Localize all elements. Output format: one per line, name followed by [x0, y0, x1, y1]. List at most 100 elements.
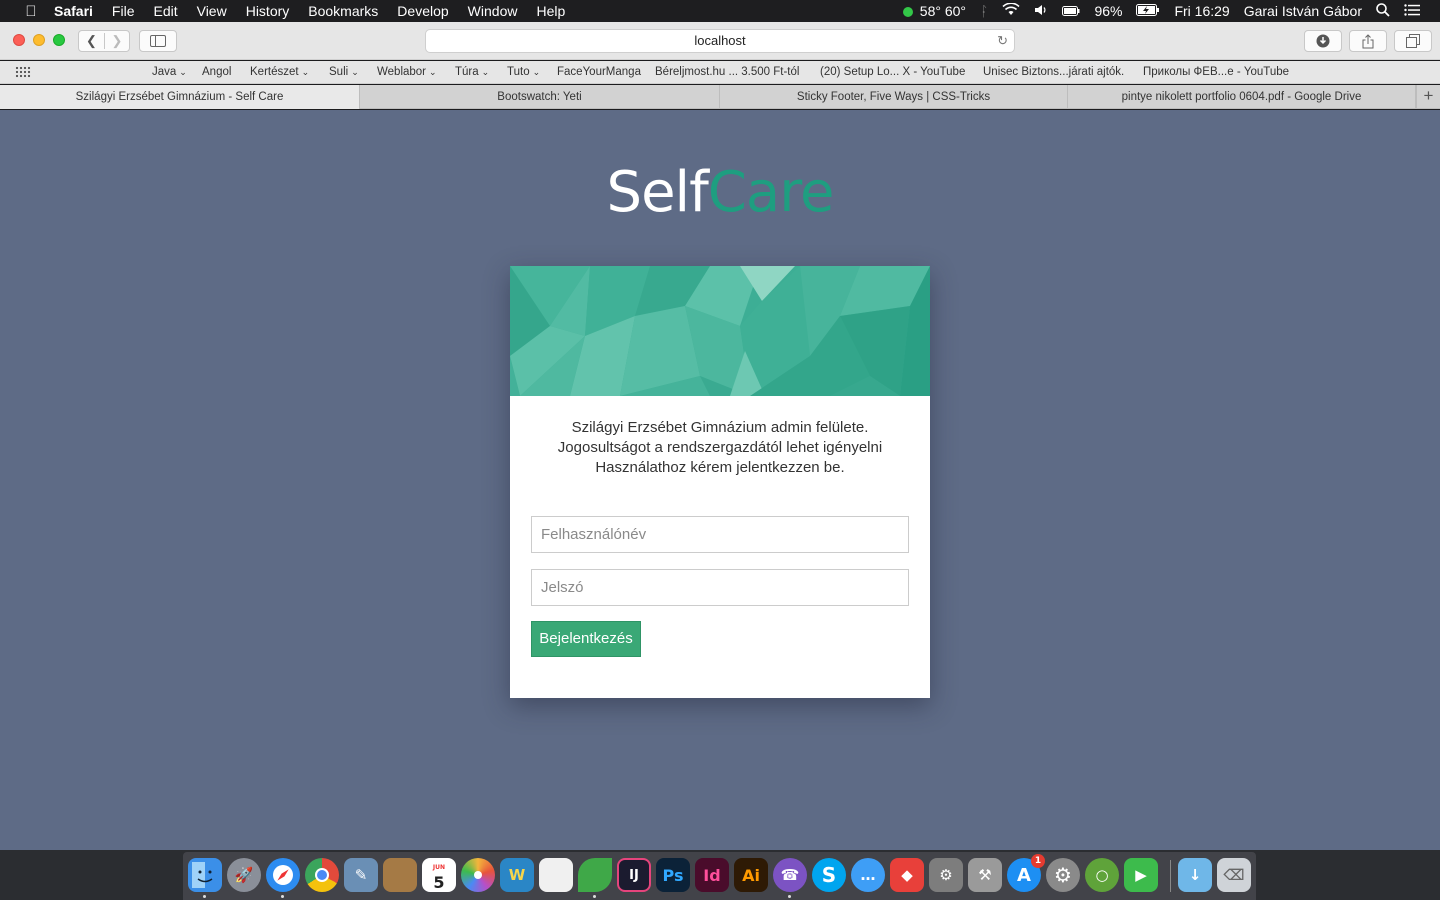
battery-level-icon[interactable]: [1062, 3, 1080, 19]
bookmark-kerteszet[interactable]: Kertészet ⌄: [250, 66, 309, 78]
calendar-day: 5: [433, 873, 445, 892]
chevron-down-icon: ⌄: [351, 67, 359, 77]
battery-charging-icon[interactable]: [1136, 3, 1160, 19]
viber-icon[interactable]: ☎: [773, 858, 807, 892]
chevron-down-icon: ⌄: [532, 67, 541, 77]
wifi-icon[interactable]: [1002, 2, 1020, 19]
bookmark-label: Túra: [455, 66, 479, 78]
intro-line: Jogosultságot a rendszergazdától lehet i…: [557, 439, 883, 456]
bookmark-angol[interactable]: Angol: [202, 66, 231, 78]
bookmark-unisec[interactable]: Unisec Biztons...járati ajtók.: [983, 66, 1124, 78]
skype-icon[interactable]: S: [812, 858, 846, 892]
bookmarks-bar: Java ⌄ Angol Kertészet ⌄ Suli ⌄ Weblabor ⌄ T…: [0, 61, 1440, 84]
document-icon[interactable]: [539, 858, 573, 892]
bookmark-faceyourmanga[interactable]: FaceYourManga: [557, 66, 641, 78]
finder-icon[interactable]: [188, 858, 222, 892]
illustrator-icon[interactable]: Ai: [734, 858, 768, 892]
tab-bootswatch-yeti[interactable]: Bootswatch: Yeti: [360, 85, 720, 109]
user-name[interactable]: Garai István Gábor: [1244, 3, 1362, 19]
close-window-button[interactable]: [13, 34, 25, 46]
menu-bookmarks[interactable]: Bookmarks: [308, 3, 378, 19]
back-button[interactable]: ❮: [79, 33, 104, 49]
weather-text: 58° 60°: [919, 3, 967, 19]
chevron-down-icon: ⌄: [301, 67, 310, 77]
zoom-window-button[interactable]: [53, 34, 65, 46]
battery-percent[interactable]: 96%: [1094, 3, 1122, 19]
bookmark-tura[interactable]: Túra ⌄: [455, 66, 489, 78]
reload-icon[interactable]: ↻: [997, 30, 1008, 52]
facetime-icon[interactable]: ▶: [1124, 858, 1158, 892]
chameleon-icon[interactable]: ○: [1085, 858, 1119, 892]
notification-center-icon[interactable]: [1404, 3, 1420, 19]
utility-icon[interactable]: ⚙: [929, 858, 963, 892]
login-card: Szilágyi Erzsébet Gimnázium admin felüle…: [510, 266, 930, 698]
bookmark-weblabor[interactable]: Weblabor ⌄: [377, 66, 437, 78]
top-sites-grid-icon[interactable]: [15, 66, 31, 78]
safari-icon[interactable]: [266, 858, 300, 892]
downloads-button[interactable]: [1304, 30, 1342, 52]
tool-icon[interactable]: ⚒: [968, 858, 1002, 892]
tabs-overview-icon: [1406, 34, 1420, 48]
notes-book-icon[interactable]: [383, 858, 417, 892]
weather-status[interactable]: 58° 60°: [902, 3, 967, 19]
bookmark-label: Java: [152, 66, 177, 78]
share-button[interactable]: [1349, 30, 1387, 52]
chevron-down-icon: ⌄: [481, 67, 490, 77]
intellij-icon[interactable]: IJ: [617, 858, 651, 892]
browser-toolbar: ❮ ❯ localhost ↻: [0, 22, 1440, 60]
bookmark-tuto[interactable]: Tuto ⌄: [507, 66, 540, 78]
login-button[interactable]: Bejelentkezés: [531, 621, 641, 657]
bookmark-label: Kertészet: [250, 66, 299, 78]
tab-sticky-footer[interactable]: Sticky Footer, Five Ways | CSS-Tricks: [720, 85, 1068, 109]
bluetooth-icon[interactable]: ᛛ: [980, 3, 988, 19]
launchpad-icon[interactable]: 🚀: [227, 858, 261, 892]
trash-icon[interactable]: ⌫: [1217, 858, 1251, 892]
chrome-icon[interactable]: [305, 858, 339, 892]
menu-develop[interactable]: Develop: [397, 3, 448, 19]
menu-file[interactable]: File: [112, 3, 135, 19]
menu-edit[interactable]: Edit: [153, 3, 177, 19]
tab-google-drive[interactable]: pintye nikolett portfolio 0604.pdf - Goo…: [1068, 85, 1416, 109]
anydesk-icon[interactable]: ◆: [890, 858, 924, 892]
clock[interactable]: Fri 16:29: [1174, 3, 1229, 19]
volume-icon[interactable]: [1034, 3, 1048, 19]
username-input[interactable]: [531, 516, 909, 553]
chevron-down-icon: ⌄: [429, 67, 437, 77]
settings-icon[interactable]: ⚙: [1046, 858, 1080, 892]
menu-history[interactable]: History: [246, 3, 290, 19]
password-input[interactable]: [531, 569, 909, 606]
bookmark-bereljmost[interactable]: Béreljmost.hu ... 3.500 Ft-tól: [655, 66, 799, 78]
spotlight-icon[interactable]: [1376, 2, 1390, 20]
bookmark-prikoly-youtube[interactable]: Приколы ФЕВ...е - YouTube: [1143, 66, 1289, 78]
bookmark-label: Приколы ФЕВ...е - YouTube: [1143, 66, 1290, 78]
forward-button[interactable]: ❯: [103, 33, 129, 49]
running-indicator: [788, 895, 791, 898]
intro-line: Használathoz kérem jelentkezzen be.: [595, 459, 845, 476]
running-indicator: [593, 895, 596, 898]
bookmark-suli[interactable]: Suli ⌄: [329, 66, 359, 78]
bookmark-java[interactable]: Java ⌄: [152, 66, 187, 78]
new-tab-button[interactable]: +: [1416, 85, 1440, 109]
indesign-icon[interactable]: Id: [695, 858, 729, 892]
minimize-window-button[interactable]: [33, 34, 45, 46]
downloads-folder-icon[interactable]: ↓: [1178, 858, 1212, 892]
apple-icon[interactable]: : [20, 3, 42, 20]
show-tabs-button[interactable]: [1394, 30, 1432, 52]
sidebar-toggle-button[interactable]: [139, 30, 177, 52]
menu-window[interactable]: Window: [468, 3, 518, 19]
appstore-icon[interactable]: A 1: [1007, 854, 1045, 892]
address-bar[interactable]: localhost ↻: [425, 29, 1015, 53]
menu-app-name[interactable]: Safari: [54, 3, 93, 19]
leaf-icon[interactable]: [578, 858, 612, 892]
bookmark-label: Suli: [329, 66, 349, 78]
menu-view[interactable]: View: [197, 3, 227, 19]
menu-help[interactable]: Help: [536, 3, 565, 19]
photos-icon[interactable]: [461, 858, 495, 892]
bookmark-setup-youtube[interactable]: (20) Setup Lo... X - YouTube: [820, 66, 965, 78]
photoshop-icon[interactable]: Ps: [656, 858, 690, 892]
preview-icon[interactable]: ✎: [344, 858, 378, 892]
w-app-icon[interactable]: W: [500, 858, 534, 892]
tab-self-care[interactable]: Szilágyi Erzsébet Gimnázium - Self Care: [0, 85, 360, 109]
messages-icon[interactable]: …: [851, 858, 885, 892]
calendar-icon[interactable]: JUN 5: [422, 858, 456, 892]
